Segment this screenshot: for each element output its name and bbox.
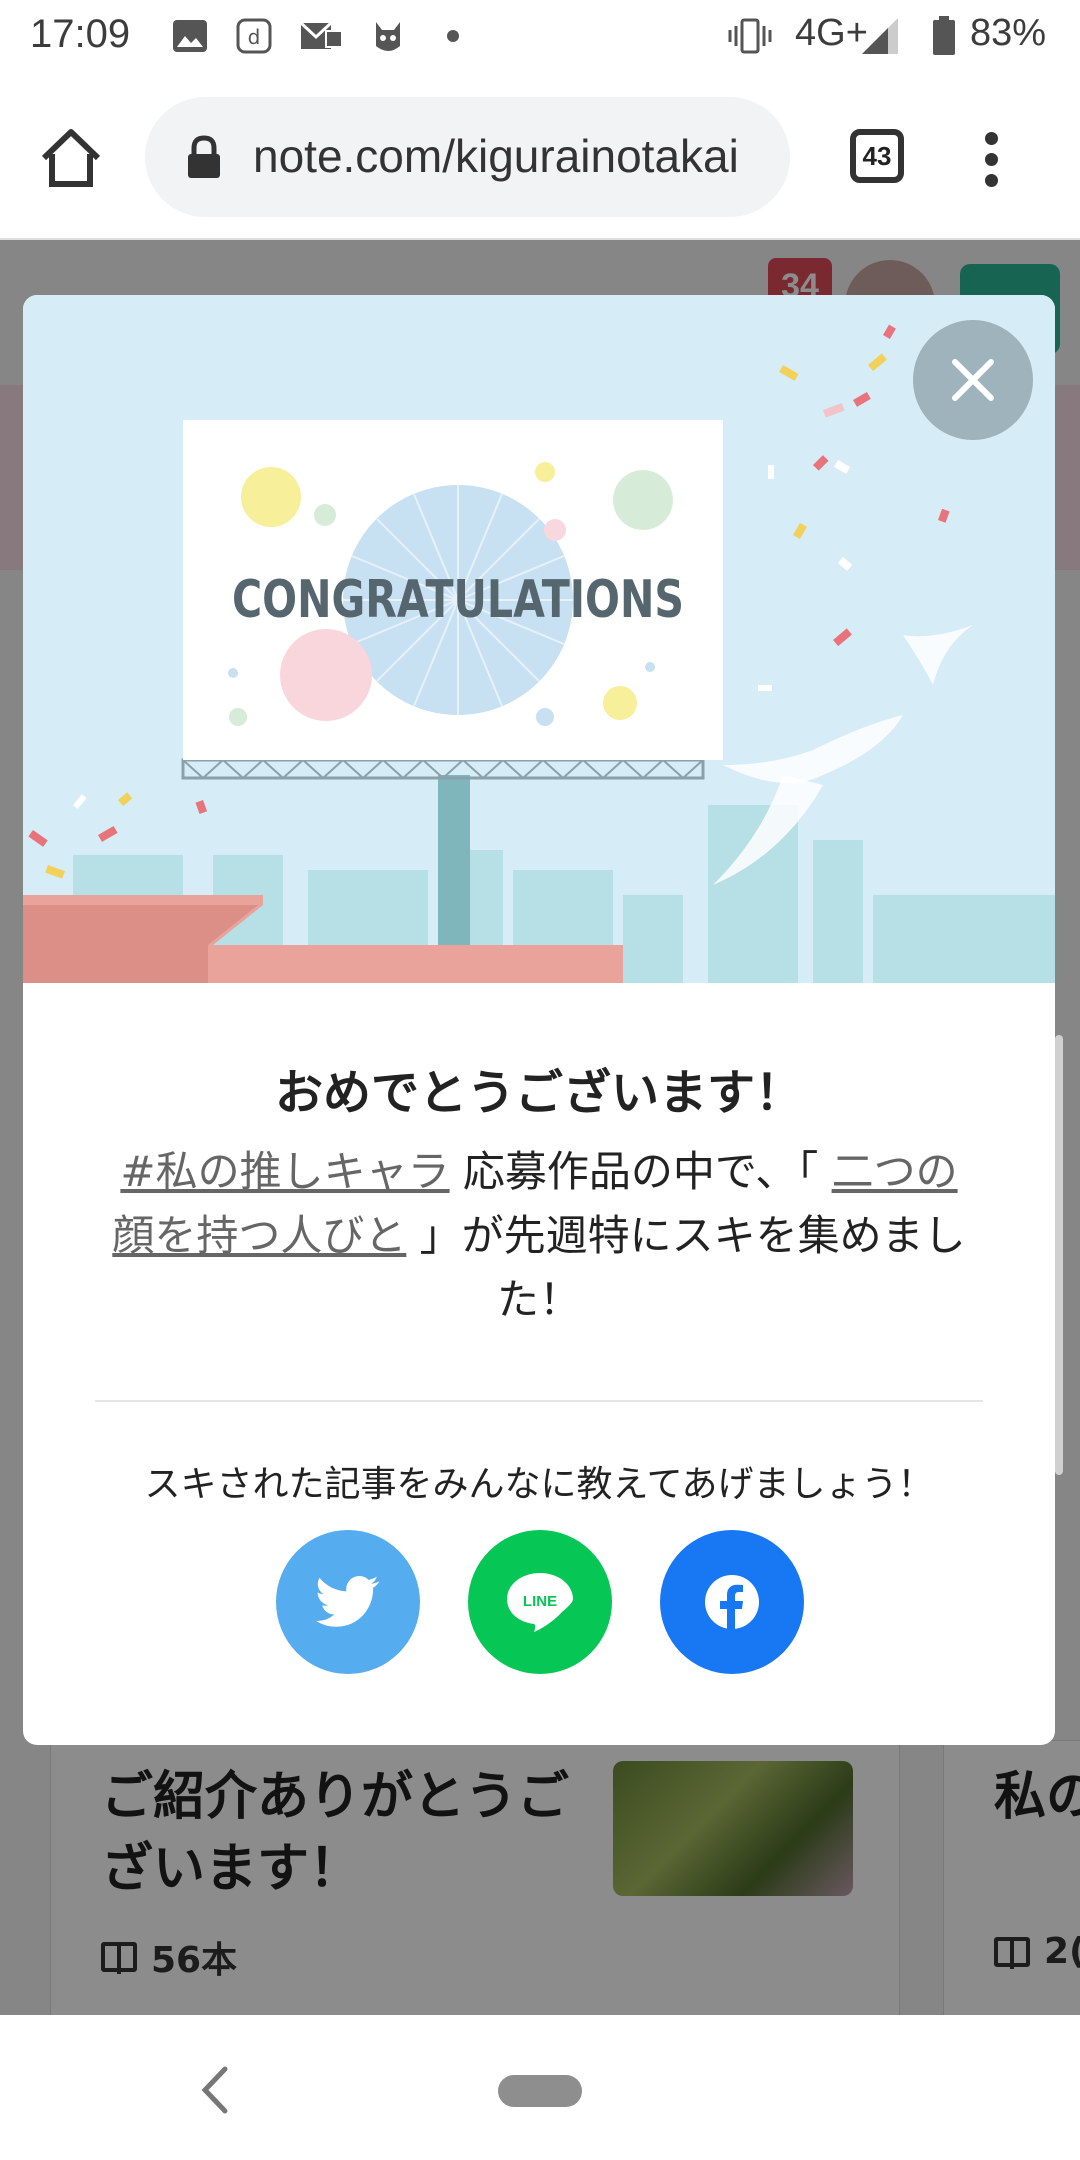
gallery-icon [172, 16, 208, 56]
twitter-share-button[interactable] [276, 1530, 420, 1674]
back-icon[interactable] [195, 2065, 235, 2115]
notification-dot-icon [446, 16, 460, 56]
signal-icon [860, 16, 908, 56]
line-icon: LINE [507, 1573, 573, 1632]
vibrate-icon [728, 16, 772, 56]
facebook-f-icon [705, 1575, 759, 1631]
banner-text: CONGRATULATIONS [232, 570, 684, 630]
divider [95, 1400, 983, 1402]
status-bar: 17:09 d 4G+ 83% [0, 0, 1080, 72]
line-share-button[interactable]: LINE [468, 1530, 612, 1674]
lock-icon [185, 135, 223, 179]
close-button[interactable] [913, 320, 1033, 440]
home-gesture-pill[interactable] [498, 2075, 582, 2107]
overflow-menu-icon[interactable] [985, 132, 999, 188]
line-label: LINE [523, 1593, 557, 1610]
congratulations-illustration: CONGRATULATIONS [23, 295, 1055, 983]
battery-level: 83% [970, 12, 1047, 54]
home-icon[interactable] [36, 124, 106, 194]
svg-text:d: d [248, 25, 261, 49]
system-navigation-bar [0, 2015, 1080, 2160]
browser-toolbar: note.com/kigurainotakai 43 [0, 72, 1080, 240]
url-text: note.com/kigurainotakai [253, 130, 739, 182]
facebook-share-button[interactable] [660, 1530, 804, 1674]
description-text: 応募作品の中で、「 [449, 1147, 832, 1196]
tab-switcher-button[interactable]: 43 [850, 129, 904, 183]
twitter-bird-icon [316, 1576, 380, 1627]
address-bar[interactable]: note.com/kigurainotakai [145, 97, 790, 217]
mail-icon [300, 16, 344, 56]
network-type: 4G+ [795, 12, 868, 54]
congratulations-modal: CONGRATULATIONS おめでとうございます！ #私の推しキャラ 応募作… [23, 295, 1055, 1745]
cat-app-icon [368, 16, 408, 56]
description-text: 」が先週特にスキを集めました！ [406, 1211, 966, 1324]
battery-icon [932, 16, 956, 56]
page-scrollbar[interactable] [1055, 1035, 1063, 1475]
modal-title: おめでとうございます！ [274, 1065, 803, 1121]
status-time: 17:09 [30, 12, 131, 56]
modal-description: #私の推しキャラ 応募作品の中で、「 二つの顔を持つ人びと 」が先週特にスキを集… [103, 1140, 975, 1332]
close-icon [952, 359, 994, 401]
share-prompt: スキされた記事をみんなに教えてあげましょう！ [144, 1464, 934, 1505]
hashtag-link[interactable]: #私の推しキャラ [120, 1147, 449, 1196]
docomo-icon: d [236, 16, 272, 56]
